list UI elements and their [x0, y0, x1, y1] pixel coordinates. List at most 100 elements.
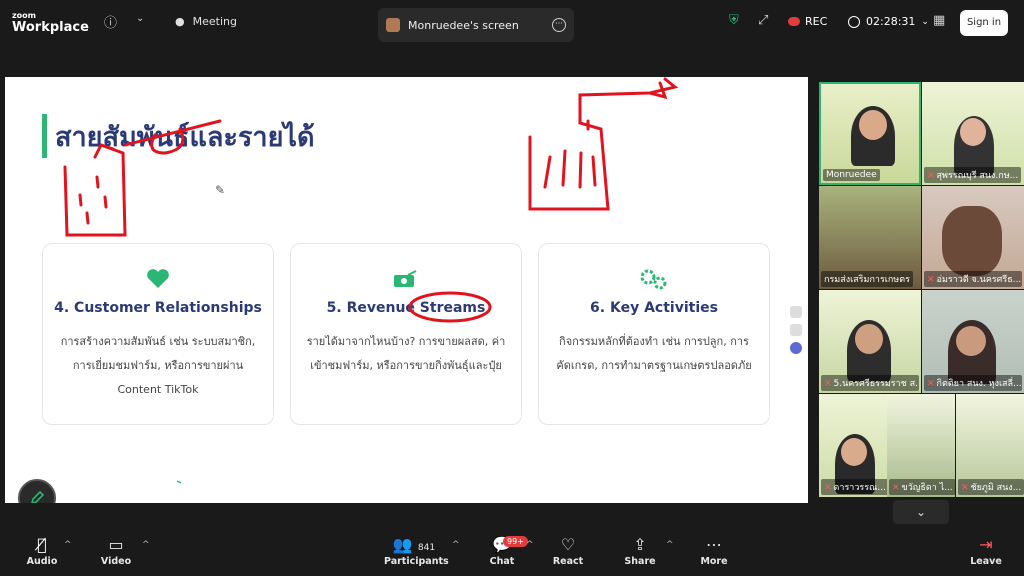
- logo-big-text: Workplace: [12, 20, 89, 35]
- view-switch-icon[interactable]: ⤢: [758, 13, 768, 28]
- mic-muted-icon: 🎙̸: [37, 535, 47, 554]
- participant-name: ✕ อ่มราวดี จ.นครศรีธ...: [924, 271, 1022, 287]
- video-label: Video: [100, 556, 132, 567]
- shield-check-icon[interactable]: ⛨: [729, 13, 739, 28]
- video-options-caret-icon[interactable]: ^: [142, 540, 150, 550]
- info-icon[interactable]: ⓘ: [104, 12, 117, 31]
- meeting-menu[interactable]: ● Meeting: [175, 15, 237, 28]
- video-button[interactable]: ▭ Video: [98, 534, 134, 567]
- zoom-logo: zoom Workplace: [12, 11, 89, 35]
- pencil-icon: ✎: [215, 183, 226, 197]
- more-label: More: [700, 556, 728, 567]
- leave-label: Leave: [970, 556, 1002, 567]
- annotation-stroke: [648, 81, 668, 100]
- cloud-record-icon: [788, 17, 800, 26]
- annotation-stroke: [63, 143, 127, 237]
- video-tile[interactable]: ✕ 5.นครศรีธรรมราช ส...: [819, 290, 921, 393]
- react-label: React: [552, 556, 584, 567]
- participants-button[interactable]: 👥 841 Participants: [384, 534, 449, 567]
- chat-options-caret-icon[interactable]: ^: [526, 540, 534, 550]
- sign-in-button[interactable]: Sign in: [960, 10, 1008, 36]
- chevron-down-icon: ⌄: [921, 16, 929, 27]
- money-icon: [291, 268, 521, 290]
- clock-icon: [848, 15, 860, 28]
- participants-options-caret-icon[interactable]: ^: [452, 540, 460, 550]
- annotate-pen-button[interactable]: [18, 479, 56, 503]
- screen-tab-label: Monruedee's screen: [408, 18, 519, 32]
- exit-door-icon: ⇥: [979, 535, 993, 554]
- participant-name: ✕ ชัยภูมิ สนง...: [958, 479, 1024, 495]
- card-heading: 5. Revenue Streams: [326, 300, 486, 316]
- video-tile[interactable]: ✕ ขวัญธิดา ไ...: [887, 394, 955, 497]
- audio-label: Audio: [26, 556, 58, 567]
- more-button[interactable]: ⋯ More: [696, 534, 732, 567]
- gallery-scroll-down-button[interactable]: ⌄: [893, 500, 949, 524]
- share-screen-icon: ⇪: [633, 535, 647, 554]
- participants-icon: 👥 841: [392, 535, 436, 554]
- video-tile[interactable]: ✕ กิตติยา สนง. หุงเสลี่...: [922, 290, 1024, 393]
- card-revenue-streams: 5. Revenue Streams รายได้มาจากไหนบ้าง? ก…: [290, 243, 522, 425]
- card-body: กิจกรรมหลักที่ต้องทำ เช่น การปลูก, การคั…: [556, 335, 752, 372]
- card-heading: 6. Key Activities: [590, 300, 718, 316]
- pen-icon: [31, 490, 45, 503]
- participant-name: ✕ ขวัญธิดา ไ...: [889, 479, 955, 495]
- leave-button[interactable]: ⇥ Leave: [966, 534, 1006, 567]
- rec-label: REC: [805, 15, 828, 28]
- video-tile[interactable]: กรมส่งเสริมการเกษตร: [819, 186, 921, 289]
- bottom-toolbar: 🎙̸ Audio ^ ▭ Video ^ 👥 841 Participants …: [0, 528, 1024, 576]
- participant-name: ✕ กิตติยา สนง. หุงเสลี่...: [924, 375, 1022, 391]
- card-body: รายได้มาจากไหนบ้าง? การขายผลสด, ค่าเข้าช…: [306, 335, 506, 372]
- annotation-stroke: [528, 77, 679, 211]
- meeting-timer[interactable]: 02:28:31 ⌄: [848, 15, 929, 28]
- video-camera-icon: ▭: [108, 535, 124, 554]
- recording-indicator[interactable]: REC: [788, 15, 827, 28]
- more-options-icon[interactable]: ···: [552, 18, 566, 32]
- logo-small-text: zoom: [12, 11, 36, 20]
- screen-share-tab[interactable]: Monruedee's screen ···: [378, 8, 574, 42]
- audio-options-caret-icon[interactable]: ^: [64, 540, 72, 550]
- mic-muted-icon: ✕: [961, 483, 969, 493]
- mic-muted-icon: ✕: [927, 171, 935, 181]
- shared-screen-slide: สายสัมพันธ์และรายได้ ✎ 4. Customer Relat…: [5, 77, 808, 503]
- paw-icon: ●: [175, 15, 185, 28]
- share-button[interactable]: ⇪ Share: [622, 534, 658, 567]
- participant-name: กรมส่งเสริมการเกษตร: [821, 271, 913, 287]
- annotation-stroke: [78, 175, 108, 225]
- card-key-activities: 6. Key Activities กิจกรรมหลักที่ต้องทำ เ…: [538, 243, 770, 425]
- mic-muted-icon: ✕: [824, 483, 832, 493]
- annotation-stroke: [543, 149, 597, 189]
- title-accent-bar: [42, 114, 47, 158]
- top-bar: zoom Workplace ⓘ ⌄ ● Meeting Monruedee's…: [0, 0, 1024, 48]
- mic-muted-icon: ✕: [927, 275, 935, 285]
- video-tile[interactable]: ✕ อ่มราวดี จ.นครศรีธ...: [922, 186, 1024, 289]
- heart-icon: [43, 268, 273, 290]
- chat-unread-badge: 99+: [503, 536, 528, 547]
- video-tile[interactable]: ✕ สุพรรณบุรี สนง.กษ...: [922, 82, 1024, 185]
- slide-title: สายสัมพันธ์และรายได้: [55, 122, 315, 153]
- card-body: การสร้างความสัมพันธ์ เช่น ระบบสมาชิก, กา…: [60, 335, 256, 396]
- heart-outline-icon: ♡: [560, 535, 576, 554]
- mic-muted-icon: ✕: [824, 379, 832, 389]
- gears-icon: [539, 268, 769, 290]
- avatar-icon: [386, 18, 400, 32]
- chevron-down-icon[interactable]: ⌄: [136, 13, 144, 24]
- video-gallery: Monruedee ✕ สุพรรณบุรี สนง.กษ... กรมส่งเส…: [819, 82, 1024, 498]
- more-dots-icon: ⋯: [706, 535, 722, 554]
- mic-muted-icon: ✕: [892, 483, 900, 493]
- copy-icon[interactable]: [790, 324, 802, 336]
- participants-label: Participants: [384, 556, 449, 567]
- participant-name: ✕ สุพรรณบุรี สนง.กษ...: [924, 167, 1022, 183]
- video-tile[interactable]: ✕ ชัยภูมิ สนง...: [956, 394, 1024, 497]
- participant-name: Monruedee: [823, 169, 880, 181]
- video-tile[interactable]: Monruedee: [819, 82, 921, 185]
- react-button[interactable]: ♡ React: [550, 534, 586, 567]
- mic-muted-icon: ✕: [927, 379, 935, 389]
- expand-icon[interactable]: [790, 306, 802, 318]
- audio-button[interactable]: 🎙̸ Audio: [24, 534, 60, 567]
- side-tools: [790, 306, 802, 354]
- card-heading: 4. Customer Relationships: [54, 300, 262, 316]
- card-customer-relationships: 4. Customer Relationships การสร้างความสั…: [42, 243, 274, 425]
- share-options-caret-icon[interactable]: ^: [666, 540, 674, 550]
- face-icon[interactable]: [790, 342, 802, 354]
- layout-grid-icon[interactable]: ▦: [933, 13, 945, 28]
